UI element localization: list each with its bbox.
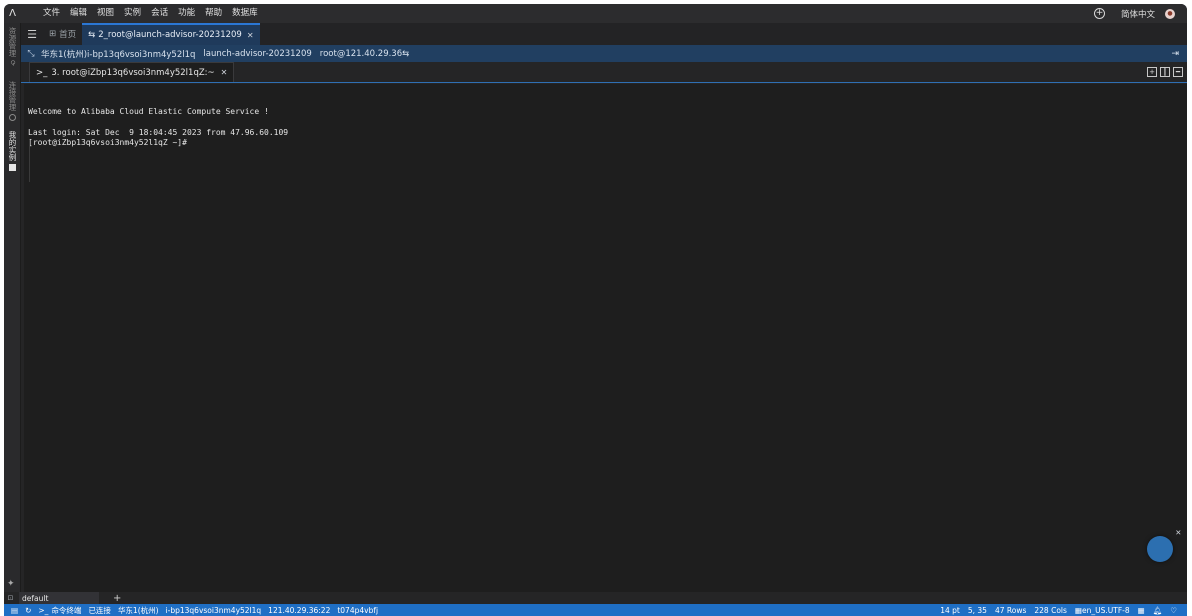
close-icon[interactable]: ✕ (221, 68, 228, 77)
menu-instance[interactable]: 实例 (119, 4, 146, 23)
status-bar-right: 14 pt 5, 35 47 Rows 228 Cols ▦en_US.UTF-… (940, 604, 1177, 616)
terminal-output[interactable]: Welcome to Alibaba Cloud Elastic Compute… (24, 84, 1187, 592)
terminal-line: [root@iZbp13q6vsoi3nm4y52l1qZ ~]# (28, 138, 187, 147)
grid-icon[interactable]: ▦ (1138, 606, 1145, 615)
sidebar-item-connections[interactable]: 连接管理 (7, 81, 18, 121)
collapse-icon[interactable]: ⤡ (21, 49, 41, 59)
app-window: Λ 文件 编辑 视图 实例 会话 功能 帮助 数据库 + 简体中文 ● 资源管理… (4, 4, 1187, 616)
menu-help[interactable]: 帮助 (200, 4, 227, 23)
home-grid-icon: ⊞ (49, 29, 57, 39)
sidebar-item-label: 连接管理 (8, 81, 17, 111)
new-terminal-icon[interactable]: + (1147, 67, 1157, 77)
status-address: 121.40.29.36:22 (268, 605, 331, 615)
tab-label: 2_root@launch-advisor-20231209 (98, 30, 242, 40)
tab-terminal[interactable]: >_ 3. root@iZbp13q6vsoi3nm4y52l1qZ:~ ✕ (29, 62, 235, 82)
link-icon: ⇆ (402, 48, 410, 59)
sidebar: 资源管理 ⟳ 连接管理 我的实例 ✦ (4, 23, 21, 598)
link-icon: ⇆ (88, 30, 96, 40)
terminal-gutter-marker (29, 140, 30, 182)
menu-file[interactable]: 文件 (38, 4, 65, 23)
cursor-position: 5, 35 (967, 605, 987, 615)
close-icon[interactable]: ✕ (1176, 528, 1181, 539)
menu-database[interactable]: 数据库 (227, 4, 263, 23)
instance-address: root@121.40.29.36 (319, 48, 403, 59)
status-bar: ▤ ↻ >_ 命令终端 已连接 华东1(杭州) i-bp13q6vsoi3nm4… (4, 604, 1187, 616)
connection-status: 已连接 (88, 605, 111, 615)
instance-icon (9, 164, 16, 171)
tab-label: 首页 (59, 30, 77, 40)
files-icon[interactable]: ▤ (11, 606, 18, 615)
status-instance-id: i-bp13q6vsoi3nm4y52l1q (165, 605, 262, 615)
terminal-layout-controls: + ┃ ━ (1147, 67, 1183, 77)
tab-session-root[interactable]: ⇆ 2_root@launch-advisor-20231209 ✕ (82, 23, 260, 45)
add-circle-icon[interactable]: + (1093, 8, 1105, 19)
status-region: 华东1(杭州) (117, 605, 159, 615)
pin-icon[interactable]: ✦ (7, 579, 15, 589)
menu-list: 文件 编辑 视图 实例 会话 功能 帮助 数据库 (38, 4, 263, 23)
rows-count: 47 Rows (994, 605, 1027, 615)
language-switch[interactable]: 简体中文 (1121, 8, 1155, 20)
main-tab-bar: ☰ ⊞ 首页 ⇆ 2_root@launch-advisor-20231209 … (21, 23, 1187, 45)
sidebar-item-my-instances[interactable]: 我的实例 (7, 131, 18, 171)
sidebar-item-label: 我的实例 (8, 131, 17, 161)
font-size-indicator[interactable]: 14 pt (940, 606, 960, 615)
exit-icon[interactable]: ⇥ (1171, 49, 1179, 59)
menu-bar: Λ 文件 编辑 视图 实例 会话 功能 帮助 数据库 + 简体中文 ● (4, 4, 1187, 23)
terminal-tab-bar: >_ 3. root@iZbp13q6vsoi3nm4y52l1qZ:~ ✕ +… (21, 62, 1187, 83)
terminal-line: Welcome to Alibaba Cloud Elastic Compute… (28, 106, 269, 116)
encoding-icon: ▦ (1074, 605, 1083, 615)
connection-info-bar: ⤡ 华东1(杭州)i-bp13q6vsoi3nm4y52l1q launch-a… (21, 45, 1187, 62)
tab-list-icon[interactable]: ☰ (21, 28, 43, 41)
app-logo: Λ (9, 8, 16, 19)
feedback-icon[interactable]: ♡ (1170, 606, 1177, 615)
cols-count: 228 Cols (1034, 605, 1067, 615)
session-bar: ⊡ default + (4, 592, 1187, 604)
terminal-tab-label: 3. root@iZbp13q6vsoi3nm4y52l1qZ:~ (51, 67, 215, 78)
menu-view[interactable]: 视图 (92, 4, 119, 23)
terminal-line: Last login: Sat Dec 9 18:04:45 2023 from… (28, 127, 289, 137)
split-vertical-icon[interactable]: ┃ (1160, 67, 1170, 77)
menu-function[interactable]: 功能 (173, 4, 200, 23)
session-default[interactable]: default (19, 592, 99, 604)
menubar-right: + 简体中文 ● (1093, 4, 1175, 23)
terminal-prompt-icon: >_ (36, 67, 48, 78)
session-icon: ⊡ (7, 594, 14, 602)
notification-bell-icon[interactable]: 🔔︎ (1153, 606, 1163, 615)
user-avatar-icon[interactable]: ● (1165, 8, 1175, 19)
assistant-float-button[interactable] (1147, 536, 1173, 562)
refresh-icon[interactable]: ↻ (25, 606, 31, 615)
connection-icon (9, 114, 16, 121)
sidebar-item-label: 资源管理 (8, 27, 17, 57)
command-terminal-label[interactable]: 命令终端 (51, 605, 81, 616)
command-terminal-icon: >_ (38, 605, 49, 615)
encoding-indicator[interactable]: ▦en_US.UTF-8 (1075, 606, 1130, 615)
menu-session[interactable]: 会话 (146, 4, 173, 23)
status-session-id: t074p4vbfj (337, 605, 379, 615)
split-horizontal-icon[interactable]: ━ (1173, 67, 1183, 77)
tab-home[interactable]: ⊞ 首页 (43, 23, 82, 45)
encoding-label: en_US.UTF-8 (1082, 605, 1130, 615)
add-session-button[interactable]: + (113, 593, 121, 604)
instance-name: launch-advisor-20231209 (203, 48, 312, 59)
close-icon[interactable]: ✕ (247, 31, 254, 40)
instance-region-id: 华东1(杭州)i-bp13q6vsoi3nm4y52l1q (41, 49, 196, 60)
menu-edit[interactable]: 编辑 (65, 4, 92, 23)
refresh-icon: ⟳ (8, 60, 17, 66)
sidebar-item-resources[interactable]: 资源管理 ⟳ (7, 27, 18, 66)
